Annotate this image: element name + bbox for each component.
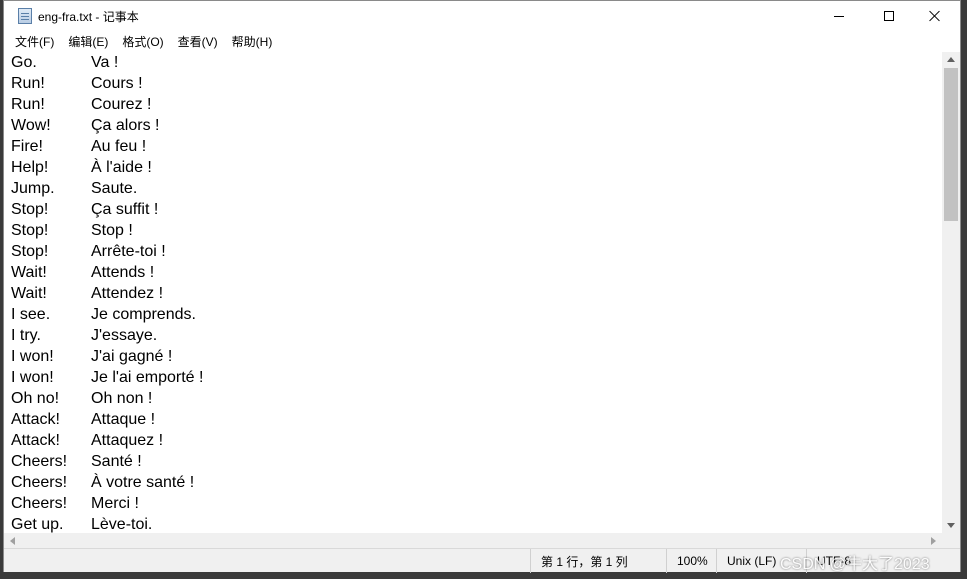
english-text: Cheers! — [11, 474, 68, 491]
english-text: I won! — [11, 369, 54, 386]
english-text: Stop! — [11, 201, 49, 218]
french-text: Santé ! — [91, 453, 142, 470]
horizontal-scrollbar[interactable] — [4, 533, 942, 548]
close-icon — [929, 10, 941, 22]
french-text: Saute. — [91, 180, 138, 197]
notepad-icon — [18, 8, 32, 24]
vertical-scrollbar[interactable] — [942, 52, 960, 533]
french-text: Va ! — [91, 54, 119, 71]
watermark: CSDN @牛大了2023 — [780, 556, 930, 573]
english-text: Attack! — [11, 411, 60, 428]
close-button[interactable] — [912, 1, 958, 31]
maximize-icon — [884, 11, 894, 21]
scroll-right-icon[interactable] — [931, 537, 936, 545]
minimize-button[interactable] — [816, 1, 862, 31]
french-text: Je l'ai emporté ! — [91, 369, 204, 386]
english-text: Stop! — [11, 243, 49, 260]
french-text: Lève-toi. — [91, 516, 153, 533]
french-text: À l'aide ! — [91, 159, 152, 176]
english-text: Run! — [11, 96, 45, 113]
english-text: I won! — [11, 348, 54, 365]
english-text: Cheers! — [11, 495, 68, 512]
menu-format[interactable]: 格式(O) — [115, 31, 170, 52]
english-text: Jump. — [11, 180, 55, 197]
menu-view[interactable]: 查看(V) — [171, 31, 225, 52]
french-text: Attaquez ! — [91, 432, 164, 449]
maximize-button[interactable] — [866, 1, 912, 31]
scroll-down-icon[interactable] — [947, 523, 955, 528]
menu-bar: 文件(F) 编辑(E) 格式(O) 查看(V) 帮助(H) — [4, 31, 960, 51]
french-text: Ça alors ! — [91, 117, 160, 134]
french-text: Arrête-toi ! — [91, 243, 166, 260]
french-text: Ça suffit ! — [91, 201, 159, 218]
english-text: Wait! — [11, 264, 47, 281]
english-text: Wow! — [11, 117, 51, 134]
scroll-left-icon[interactable] — [10, 537, 15, 545]
french-text: À votre santé ! — [91, 474, 195, 491]
scrollbar-corner — [942, 533, 960, 548]
french-text: Attendez ! — [91, 285, 164, 302]
french-text: J'ai gagné ! — [91, 348, 173, 365]
french-text: Attaque ! — [91, 411, 156, 428]
english-text: I see. — [11, 306, 51, 323]
vertical-scroll-thumb[interactable] — [944, 68, 958, 221]
minimize-icon — [834, 15, 844, 17]
french-text: Attends ! — [91, 264, 155, 281]
french-text: Merci ! — [91, 495, 139, 512]
english-text: Fire! — [11, 138, 43, 155]
english-text: Attack! — [11, 432, 60, 449]
english-text: Oh no! — [11, 390, 60, 407]
english-text: Cheers! — [11, 453, 68, 470]
scroll-up-icon[interactable] — [947, 57, 955, 62]
french-text: Courez ! — [91, 96, 152, 113]
menu-file[interactable]: 文件(F) — [8, 31, 61, 52]
english-text: Help! — [11, 159, 49, 176]
cursor-position: 第 1 行，第 1 列 — [530, 549, 666, 573]
menu-edit[interactable]: 编辑(E) — [61, 31, 115, 52]
french-text: Stop ! — [91, 222, 133, 239]
menu-help[interactable]: 帮助(H) — [225, 31, 280, 52]
french-text: Oh non ! — [91, 390, 153, 407]
french-text: J'essaye. — [91, 327, 158, 344]
english-text: Run! — [11, 75, 45, 92]
english-text: Stop! — [11, 222, 49, 239]
french-text: Cours ! — [91, 75, 143, 92]
text-editor[interactable]: Go. Va ! Run! Cours ! Run! Courez ! Wow! Ça alo… — [4, 52, 942, 533]
english-text: Get up. — [11, 516, 64, 533]
title-bar[interactable]: eng-fra.txt - 记事本 — [4, 1, 960, 31]
french-text: Je comprends. — [91, 306, 196, 323]
window-title: eng-fra.txt - 记事本 — [38, 10, 139, 24]
notepad-window: eng-fra.txt - 记事本 文件(F) 编辑(E) 格式(O) 查看(V… — [3, 0, 961, 573]
zoom-level: 100% — [666, 549, 716, 573]
english-text: Go. — [11, 54, 37, 71]
french-text: Au feu ! — [91, 138, 147, 155]
english-text: I try. — [11, 327, 41, 344]
english-text: Wait! — [11, 285, 47, 302]
